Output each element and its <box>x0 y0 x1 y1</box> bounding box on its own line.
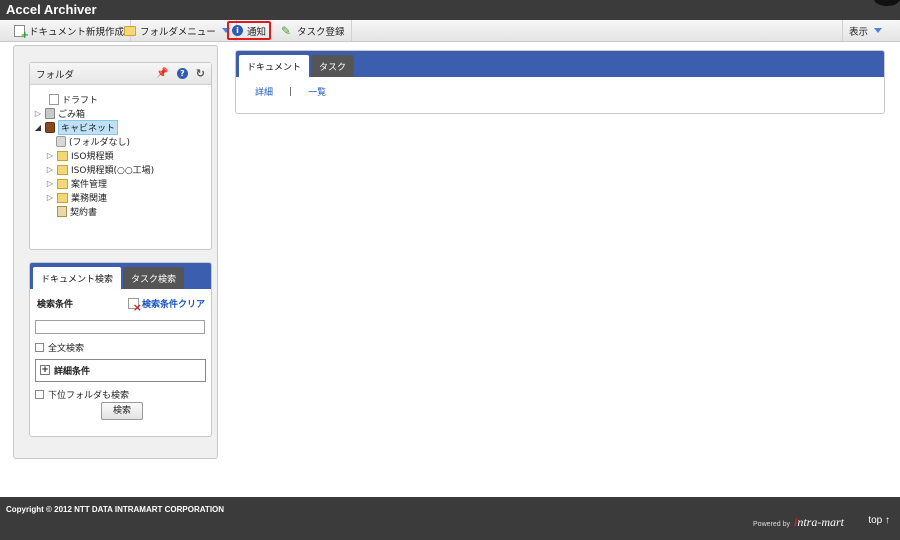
new-document-icon <box>14 24 29 41</box>
folder-icon <box>124 25 136 36</box>
expand-icon[interactable]: ▷ <box>46 193 54 202</box>
subfolder-search-label: 下位フォルダも検索 <box>48 390 130 401</box>
clear-icon <box>127 298 142 314</box>
document-icon <box>49 94 59 105</box>
fulltext-search-checkbox[interactable]: 全文検索 <box>35 341 211 354</box>
search-conditions-header: 検索条件 検索条件クリア <box>30 289 211 314</box>
tree-item-contract[interactable]: 契約書 <box>57 205 97 218</box>
search-panel: ドキュメント検索 タスク検索 検索条件 検索条件クリア 全文検索 + 詳細条件 … <box>29 262 212 437</box>
folder-panel-header: フォルダ 📌 ? ↻ <box>30 63 211 85</box>
expand-icon[interactable]: ▷ <box>46 179 54 188</box>
main-tabs: ドキュメント タスク <box>236 51 884 77</box>
folder-panel: フォルダ 📌 ? ↻ ドラフト ▷ ごみ箱 ◢ キャビネット (フォルダなし) … <box>29 62 212 250</box>
copyright-text: Copyright © 2012 NTT DATA INTRAMART CORP… <box>6 505 225 514</box>
tree-item-iso-factory[interactable]: ▷ ISO規程類(○○工場) <box>46 163 154 176</box>
pencil-icon: ✎ <box>281 23 292 38</box>
trash-icon <box>45 108 55 119</box>
cylinder-icon <box>56 136 66 147</box>
tree-item-cabinet[interactable]: ◢ キャビネット <box>34 120 119 135</box>
contract-icon <box>57 206 67 217</box>
clear-conditions-label: 検索条件クリア <box>141 300 205 310</box>
chevron-down-icon <box>874 28 883 33</box>
tab-task[interactable]: タスク <box>311 55 355 77</box>
tab-document[interactable]: ドキュメント <box>239 55 310 77</box>
link-separator: | <box>289 86 293 97</box>
folder-panel-title: フォルダ <box>36 69 75 81</box>
tree-item-draft[interactable]: ドラフト <box>38 93 98 106</box>
task-register-label: タスク登録 <box>297 26 345 38</box>
cabinet-icon <box>45 122 55 133</box>
collapse-icon[interactable]: ◢ <box>34 123 42 132</box>
tree-item-label: 案件管理 <box>71 180 108 190</box>
refresh-icon[interactable]: ↻ <box>196 67 205 80</box>
search-tabs: ドキュメント検索 タスク検索 <box>30 263 211 289</box>
top-link[interactable]: top ↑ <box>868 515 890 526</box>
expand-icon[interactable]: ▷ <box>46 151 54 160</box>
folder-menu-button[interactable]: フォルダメニュー <box>118 20 237 41</box>
detail-view-link[interactable]: 詳細 <box>255 85 273 98</box>
fulltext-search-label: 全文検索 <box>48 343 85 354</box>
plus-icon: + <box>40 365 50 375</box>
tree-item-iso[interactable]: ▷ ISO規程類 <box>46 149 113 162</box>
folder-icon <box>57 178 68 189</box>
task-register-button[interactable]: ✎ タスク登録 <box>275 20 352 41</box>
detail-conditions-label: 詳細条件 <box>54 366 91 377</box>
app-title-bar: Accel Archiver <box>0 0 900 20</box>
tree-item-business[interactable]: ▷ 業務関連 <box>46 191 107 204</box>
tree-item-project[interactable]: ▷ 案件管理 <box>46 177 107 190</box>
view-links: 詳細 | 一覧 <box>236 77 884 99</box>
toolbar: ドキュメント新規作成 フォルダメニュー i 通知 ✎ タスク登録 表示 <box>0 20 900 42</box>
search-input[interactable] <box>35 320 205 334</box>
folder-icon <box>57 150 68 161</box>
footer: Copyright © 2012 NTT DATA INTRAMART CORP… <box>0 497 900 540</box>
tab-document-search[interactable]: ドキュメント検索 <box>33 267 122 289</box>
clear-conditions-link[interactable]: 検索条件クリア <box>127 297 205 314</box>
folder-icon <box>57 192 68 203</box>
new-document-button[interactable]: ドキュメント新規作成 <box>8 20 132 41</box>
tree-item-label: 業務関連 <box>71 194 108 204</box>
folder-menu-label: フォルダメニュー <box>140 26 216 38</box>
user-avatar[interactable] <box>874 0 900 6</box>
tree-item-label: ごみ箱 <box>58 110 86 120</box>
tree-item-no-folder[interactable]: (フォルダなし) <box>56 135 130 148</box>
expand-icon[interactable]: ▷ <box>34 109 42 118</box>
folder-icon <box>57 164 68 175</box>
help-icon[interactable]: ? <box>176 68 188 79</box>
tree-item-label: 契約書 <box>70 208 98 218</box>
new-document-label: ドキュメント新規作成 <box>29 26 125 38</box>
checkbox[interactable] <box>35 389 44 399</box>
powered-by-label: Powered by <box>753 521 790 528</box>
tree-item-label: ISO規程類(○○工場) <box>71 166 155 176</box>
detail-conditions-toggle[interactable]: + 詳細条件 <box>35 358 206 382</box>
search-conditions-label: 検索条件 <box>37 300 74 310</box>
subfolder-search-checkbox[interactable]: 下位フォルダも検索 <box>35 388 211 401</box>
expand-icon[interactable]: ▷ <box>46 165 54 174</box>
notify-button[interactable]: i 通知 <box>226 20 272 41</box>
folder-tree: ドラフト ▷ ごみ箱 ◢ キャビネット (フォルダなし) ▷ ISO規程類 ▷ … <box>30 85 211 218</box>
tab-task-search[interactable]: タスク検索 <box>123 267 185 289</box>
tree-item-label: ISO規程類 <box>71 152 114 162</box>
pin-icon[interactable]: 📌 <box>156 68 168 79</box>
display-menu-button[interactable]: 表示 <box>842 20 888 41</box>
main-panel: ドキュメント タスク 詳細 | 一覧 <box>235 50 885 114</box>
display-label: 表示 <box>849 26 869 38</box>
list-view-link[interactable]: 一覧 <box>308 85 326 98</box>
app-title: Accel Archiver <box>6 2 97 17</box>
tree-item-label: (フォルダなし) <box>69 138 131 148</box>
tree-item-trash[interactable]: ▷ ごみ箱 <box>34 107 85 120</box>
tree-item-label: ドラフト <box>62 96 99 106</box>
intra-mart-logo: intra-mart <box>793 515 844 529</box>
tree-item-label: キャビネット <box>58 120 119 135</box>
checkbox[interactable] <box>35 342 44 352</box>
notify-label: 通知 <box>247 26 267 38</box>
powered-by: Powered by intra-mart <box>753 515 844 530</box>
search-button[interactable]: 検索 <box>101 402 143 420</box>
info-icon: i <box>232 25 243 36</box>
